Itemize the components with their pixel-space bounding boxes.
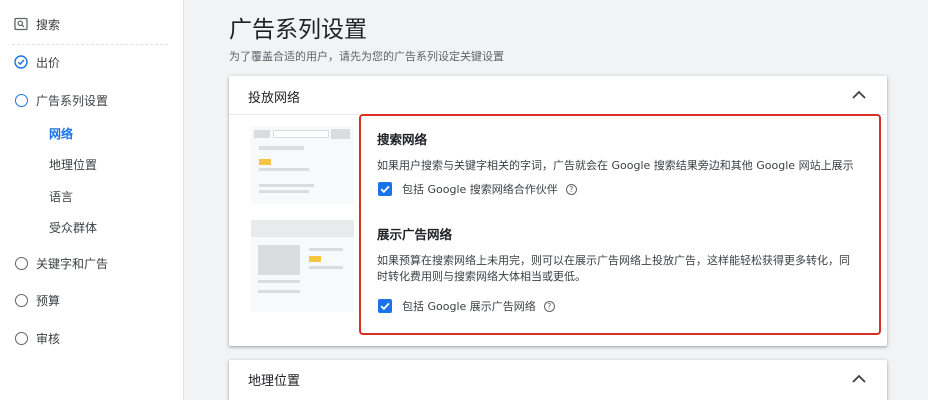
page-title: 广告系列设置 (229, 17, 367, 43)
display-network-description-line: 时转化费用则与搜索网络大体相当或更低。 (377, 270, 586, 283)
circle-icon (14, 256, 28, 270)
nav-item-label: 预算 (36, 293, 61, 308)
display-network-label: 包括 Google 展示广告网络 (402, 300, 536, 313)
nav-item-keywords-ads[interactable]: 关键字和广告 (14, 253, 108, 273)
sidebar: 搜索 出价 广告系列设置 网络 地理位置 语言 受众群体 关键字和广告 预算 审… (0, 0, 184, 400)
nav-item-label: 广告系列设置 (36, 93, 109, 108)
display-network-checkbox[interactable] (378, 299, 392, 313)
nav-divider (12, 44, 168, 45)
circle-icon (14, 293, 28, 307)
nav-item-label: 搜索 (36, 17, 61, 32)
circle-icon (14, 93, 28, 107)
sub-item-location[interactable]: 地理位置 (49, 156, 97, 174)
display-network-option[interactable]: 包括 Google 展示广告网络 ? (378, 298, 555, 314)
page-subtitle: 为了覆盖合适的用户，请先为您的广告系列设定关键设置 (229, 50, 504, 63)
display-network-illustration (251, 220, 354, 312)
nav-item-budget[interactable]: 预算 (14, 290, 60, 310)
chevron-up-icon[interactable] (851, 374, 867, 384)
nav-item-bidding[interactable]: 出价 (14, 52, 60, 72)
circle-icon (14, 331, 28, 345)
search-partners-option[interactable]: 包括 Google 搜索网络合作伙伴 ? (378, 181, 577, 197)
nav-item-label: 审核 (36, 331, 61, 346)
display-network-description-line: 如果预算在搜索网络上未用完，则可以在展示广告网络上投放广告，这样能轻松获得更多转… (377, 254, 850, 267)
checkmark-icon (380, 302, 390, 311)
display-network-title: 展示广告网络 (377, 227, 453, 242)
nav-item-search[interactable]: 搜索 (14, 14, 60, 34)
help-icon[interactable]: ? (543, 300, 555, 312)
nav-item-label: 关键字和广告 (36, 256, 109, 271)
chevron-up-icon[interactable] (851, 90, 867, 100)
search-network-illustration (251, 126, 354, 204)
sub-item-networks[interactable]: 网络 (49, 125, 73, 143)
location-card: 地理位置 (229, 360, 887, 400)
sub-item-audiences[interactable]: 受众群体 (49, 219, 97, 237)
checkmark-icon (380, 185, 390, 194)
nav-item-campaign-settings[interactable]: 广告系列设置 (14, 90, 108, 110)
search-network-description: 如果用户搜索与关键字相关的字词，广告就会在 Google 搜索结果旁边和其他 G… (377, 159, 854, 172)
help-icon[interactable]: ? (565, 183, 577, 195)
check-circle-icon (14, 55, 28, 69)
nav-item-review[interactable]: 审核 (14, 328, 60, 348)
search-partners-checkbox[interactable] (378, 182, 392, 196)
display-network-description: 如果预算在搜索网络上未用完，则可以在展示广告网络上投放广告，这样能轻松获得更多转… (377, 253, 857, 285)
networks-card-header[interactable]: 投放网络 (248, 87, 300, 106)
search-box-icon (14, 17, 28, 31)
location-card-header[interactable]: 地理位置 (248, 370, 300, 389)
nav-item-label: 出价 (36, 55, 61, 70)
sub-item-language[interactable]: 语言 (49, 188, 73, 206)
search-network-title: 搜索网络 (377, 132, 428, 147)
search-partners-label: 包括 Google 搜索网络合作伙伴 (402, 183, 558, 196)
